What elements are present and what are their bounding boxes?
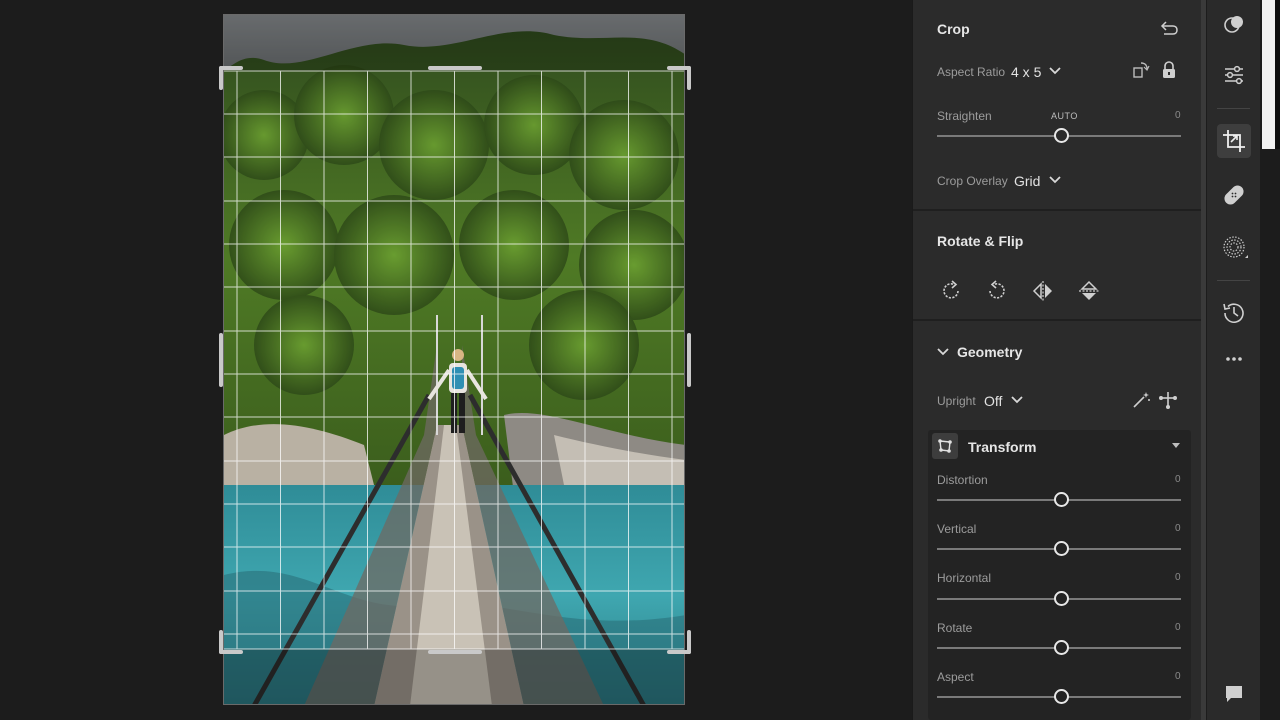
slider-label: Vertical bbox=[937, 522, 977, 536]
slider-label: Horizontal bbox=[937, 571, 992, 585]
slider-value[interactable]: 0 bbox=[1175, 671, 1181, 682]
guided-upright-icon[interactable] bbox=[1158, 390, 1178, 410]
photo-canvas bbox=[0, 0, 910, 720]
slider-thumb[interactable] bbox=[1054, 640, 1069, 655]
transform-title[interactable]: Transform bbox=[968, 439, 1036, 455]
chevron-down-icon[interactable] bbox=[1049, 176, 1061, 184]
panel-scrollbar-thumb[interactable] bbox=[1201, 0, 1206, 720]
history-tool[interactable] bbox=[1217, 296, 1251, 330]
chevron-down-icon[interactable] bbox=[937, 348, 949, 356]
rotate-flip-section: Rotate & Flip bbox=[913, 211, 1202, 319]
slider-thumb[interactable] bbox=[1054, 492, 1069, 507]
slider-thumb[interactable] bbox=[1054, 591, 1069, 606]
chevron-down-icon[interactable] bbox=[1011, 396, 1023, 404]
crop-tool[interactable] bbox=[1217, 124, 1251, 158]
chevron-down-icon[interactable] bbox=[1049, 67, 1061, 75]
upright-label: Upright bbox=[937, 394, 976, 408]
slider-value[interactable]: 0 bbox=[1175, 474, 1181, 485]
slider-label: Distortion bbox=[937, 473, 988, 487]
slider-value[interactable]: 0 bbox=[1175, 622, 1181, 633]
crop-overlay-value[interactable]: Grid bbox=[1014, 173, 1040, 189]
auto-upright-icon[interactable] bbox=[1131, 390, 1151, 410]
presets-tool[interactable] bbox=[1217, 8, 1251, 42]
crop-handle-top-right[interactable] bbox=[667, 66, 691, 70]
edit-panel: Crop Aspect Ratio 4 x 5 Straighten AUTO … bbox=[912, 0, 1202, 720]
flip-horizontal-icon[interactable] bbox=[1031, 279, 1055, 303]
slider-label: Aspect bbox=[937, 670, 974, 684]
rotate-aspect-icon[interactable] bbox=[1132, 61, 1150, 79]
crop-frame[interactable] bbox=[219, 66, 691, 654]
more-icon bbox=[1226, 357, 1242, 361]
divider bbox=[1217, 108, 1250, 109]
caret-down-icon[interactable] bbox=[1172, 443, 1180, 449]
comment-icon bbox=[1226, 686, 1242, 702]
more-tool[interactable] bbox=[1217, 342, 1251, 376]
rotate-flip-title: Rotate & Flip bbox=[937, 233, 1024, 249]
crop-handle-bottom-left[interactable] bbox=[219, 650, 243, 654]
healing-icon bbox=[1224, 185, 1244, 205]
edit-tool[interactable] bbox=[1217, 58, 1251, 92]
right-edge-shadow bbox=[1275, 0, 1280, 149]
crop-handle-top-left[interactable] bbox=[219, 66, 243, 70]
crop-handle-bottom[interactable] bbox=[428, 650, 482, 654]
straighten-auto-button[interactable]: AUTO bbox=[1051, 111, 1078, 121]
healing-tool[interactable] bbox=[1217, 178, 1251, 212]
slider-value[interactable]: 0 bbox=[1175, 572, 1181, 583]
crop-icon bbox=[1223, 130, 1245, 152]
crop-handle-left[interactable] bbox=[219, 333, 223, 387]
slider-label: Rotate bbox=[937, 621, 973, 635]
transform-group: Transform Distortion 0 Vertical 0 Horizo… bbox=[928, 430, 1191, 720]
masking-icon bbox=[1223, 236, 1248, 258]
app-window: Crop Aspect Ratio 4 x 5 Straighten AUTO … bbox=[0, 0, 1280, 720]
upright-value[interactable]: Off bbox=[984, 393, 1002, 409]
lock-icon[interactable] bbox=[1161, 61, 1177, 79]
divider bbox=[1217, 280, 1250, 281]
edit-icon bbox=[1225, 65, 1243, 85]
crop-title: Crop bbox=[937, 21, 970, 37]
slider-value[interactable]: 0 bbox=[1175, 523, 1181, 534]
flip-vertical-icon[interactable] bbox=[1077, 279, 1101, 303]
crop-handle-right[interactable] bbox=[687, 333, 691, 387]
aspect-ratio-label: Aspect Ratio bbox=[937, 65, 1006, 79]
straighten-slider-thumb[interactable] bbox=[1054, 128, 1069, 143]
presets-icon bbox=[1224, 16, 1243, 33]
comments-tool[interactable] bbox=[1217, 676, 1251, 710]
rotate-counterclockwise-icon[interactable] bbox=[985, 279, 1009, 303]
slider-thumb[interactable] bbox=[1054, 689, 1069, 704]
crop-handle-bottom-right[interactable] bbox=[667, 650, 691, 654]
geometry-title[interactable]: Geometry bbox=[957, 344, 1022, 360]
transform-icon bbox=[938, 439, 952, 453]
crop-handle-top[interactable] bbox=[428, 66, 482, 70]
crop-section: Crop Aspect Ratio 4 x 5 Straighten AUTO … bbox=[913, 0, 1202, 210]
aspect-ratio-value[interactable]: 4 x 5 bbox=[1011, 64, 1041, 80]
tool-strip bbox=[1207, 0, 1260, 720]
history-icon bbox=[1223, 303, 1244, 323]
straighten-label: Straighten bbox=[937, 109, 992, 123]
reset-icon[interactable] bbox=[1159, 19, 1179, 37]
masking-tool[interactable] bbox=[1217, 230, 1251, 264]
straighten-value[interactable]: 0 bbox=[1175, 110, 1181, 121]
crop-overlay-label: Crop Overlay bbox=[937, 174, 1008, 188]
slider-thumb[interactable] bbox=[1054, 541, 1069, 556]
rotate-clockwise-icon[interactable] bbox=[939, 279, 963, 303]
